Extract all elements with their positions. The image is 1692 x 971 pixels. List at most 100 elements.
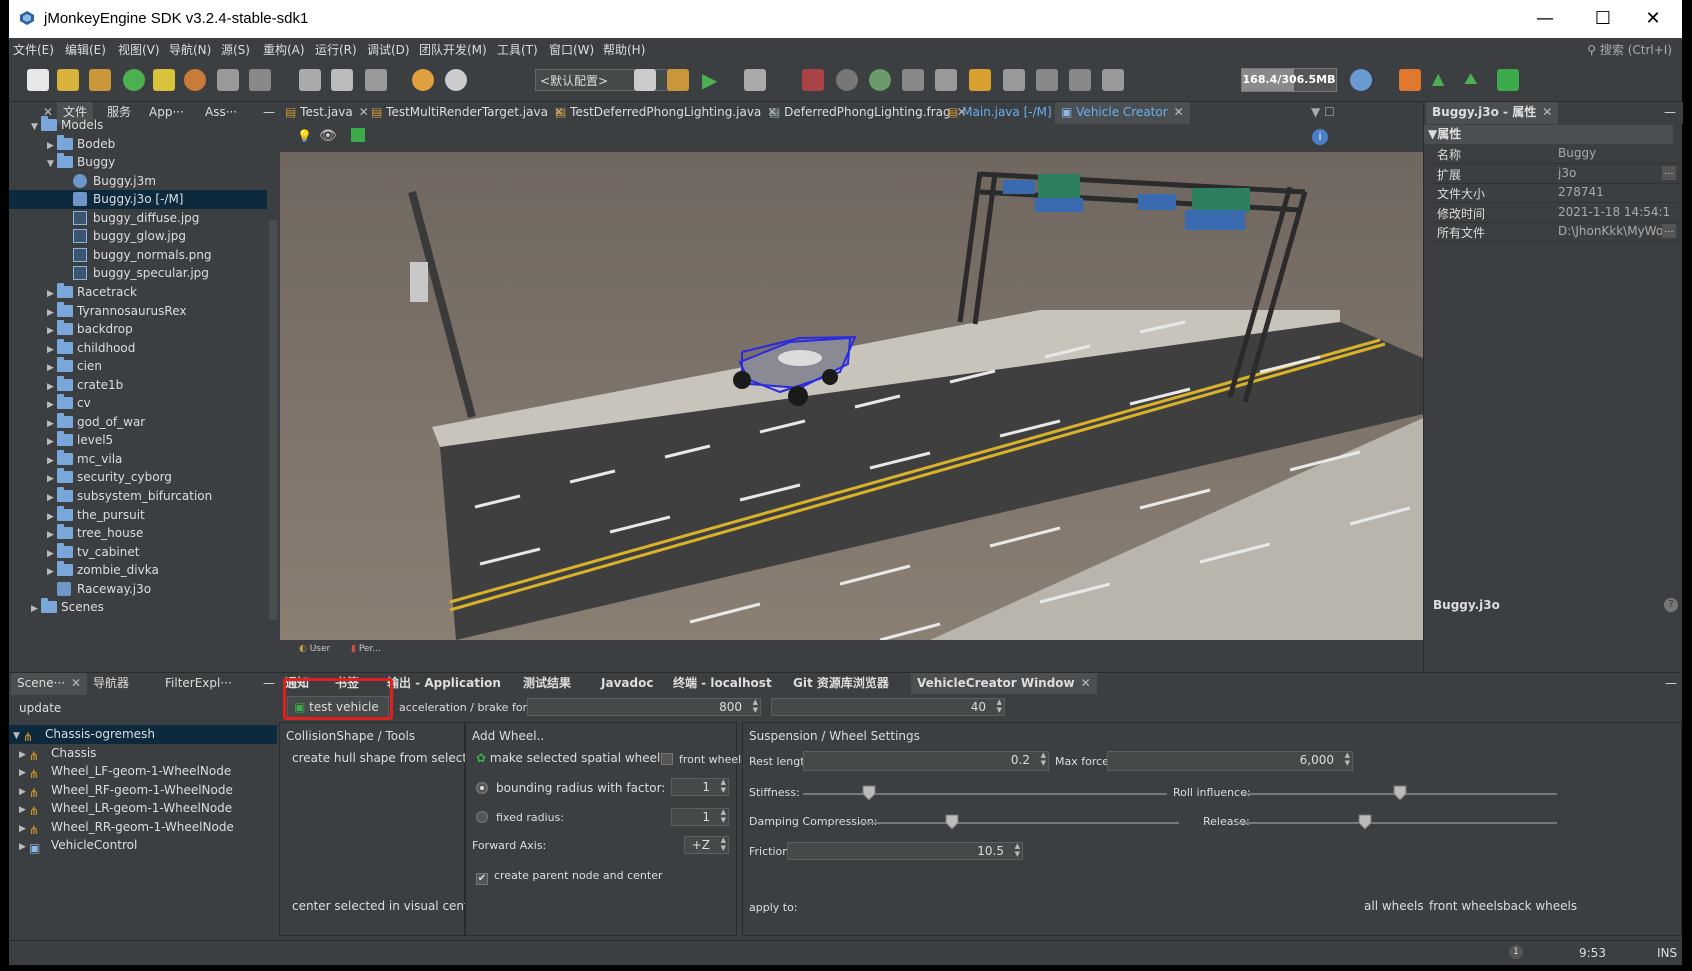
tree-item[interactable]: buggy_diffuse.jpg bbox=[9, 209, 267, 228]
tab-navigator[interactable]: 导航器 bbox=[87, 673, 135, 695]
minimize-panel-icon[interactable]: — bbox=[1658, 102, 1682, 124]
eye-icon[interactable]: 👁 bbox=[319, 128, 337, 144]
tab-test-results[interactable]: 测试结果 bbox=[517, 673, 577, 695]
tab-list-icon[interactable]: ▼ ☐ bbox=[1305, 102, 1341, 124]
scene-tree-item[interactable]: ▶ ⋔ Chassis bbox=[9, 744, 277, 763]
tab-terminal[interactable]: 终端 - localhost bbox=[667, 673, 778, 695]
tree-item[interactable]: buggy_specular.jpg bbox=[9, 264, 267, 283]
tree-item[interactable]: ▶ cien bbox=[9, 357, 267, 376]
menu-file[interactable]: 文件(E) bbox=[13, 41, 54, 58]
menu-refactor[interactable]: 重构(A) bbox=[263, 41, 305, 58]
image-icon[interactable] bbox=[1399, 69, 1421, 91]
minimize-panel-icon[interactable]: — bbox=[1659, 673, 1683, 695]
search-input[interactable]: ⚲ 搜索 (Ctrl+I) bbox=[1587, 41, 1672, 58]
take-snapshot-icon[interactable] bbox=[1069, 69, 1091, 91]
close-tab-icon[interactable]: ✕ bbox=[1081, 676, 1091, 690]
property-row[interactable]: 名称 Buggy bbox=[1433, 144, 1680, 164]
tree-item[interactable]: ▶ zombie_divka bbox=[9, 561, 267, 580]
tree-item[interactable]: Raceway.j3o bbox=[9, 580, 267, 599]
stiffness-slider[interactable] bbox=[803, 793, 1167, 795]
tree-item[interactable]: ▶ god_of_war bbox=[9, 412, 267, 432]
close-tab-icon[interactable]: ✕ bbox=[1542, 105, 1552, 119]
menu-navigate[interactable]: 导航(N) bbox=[169, 41, 211, 58]
tree-item[interactable]: ▶ mc_vila bbox=[9, 449, 267, 469]
front-wheel-checkbox[interactable]: front wheel bbox=[661, 753, 741, 766]
open-project-icon[interactable] bbox=[89, 69, 111, 91]
property-row[interactable]: 修改时间 2021-1-18 14:54:13 bbox=[1433, 203, 1680, 223]
scene-tree-item[interactable]: ▶ ⋔ Wheel_LR-geom-1-WheelNode bbox=[9, 799, 277, 818]
mountain-icon[interactable]: ⛰ bbox=[1464, 69, 1486, 91]
tree-item[interactable]: buggy_glow.jpg bbox=[9, 227, 267, 246]
info-icon[interactable]: i bbox=[1312, 129, 1328, 145]
tree-item[interactable]: ▶ tree_house bbox=[9, 524, 267, 543]
update-button[interactable]: update bbox=[19, 701, 61, 715]
tab-properties[interactable]: Buggy.j3o - 属性 ✕ bbox=[1426, 102, 1559, 124]
property-row[interactable]: 扩展 j3o… bbox=[1433, 164, 1680, 184]
tree-item[interactable]: ▶ Bodeb bbox=[9, 134, 267, 154]
undo-icon[interactable] bbox=[412, 69, 434, 91]
menu-view[interactable]: 视图(V) bbox=[118, 41, 160, 58]
build-hammer-icon[interactable] bbox=[634, 69, 656, 91]
center-selected-button[interactable]: center selected in visual center bbox=[292, 899, 481, 913]
make-wheel-button[interactable]: ✿ make selected spatial wheel.. bbox=[476, 751, 668, 765]
tree-item[interactable]: ▶ TyrannosaurusRex bbox=[9, 301, 267, 321]
damping-slider[interactable] bbox=[859, 822, 1179, 824]
roll-influence-slider-thumb[interactable] bbox=[1393, 785, 1407, 801]
create-hull-button[interactable]: create hull shape from selected bbox=[292, 751, 482, 765]
new-file-icon[interactable] bbox=[27, 69, 49, 91]
tree-item[interactable]: ▶ backdrop bbox=[9, 320, 267, 339]
rotate-icon[interactable] bbox=[184, 69, 206, 91]
tree-item[interactable]: ▶ childhood bbox=[9, 338, 267, 358]
bounding-factor-spinner[interactable]: 1 bbox=[671, 778, 729, 796]
new-project-icon[interactable] bbox=[57, 69, 79, 91]
save-all-icon[interactable] bbox=[249, 69, 271, 91]
apply-code-icon[interactable] bbox=[1036, 69, 1058, 91]
camera-icon[interactable] bbox=[1102, 69, 1124, 91]
menu-help[interactable]: 帮助(H) bbox=[603, 41, 645, 58]
stiffness-slider-thumb[interactable] bbox=[862, 785, 876, 801]
menu-debug[interactable]: 调试(D) bbox=[367, 41, 410, 58]
scene-tree-item[interactable]: ▶ ▣ VehicleControl bbox=[9, 836, 277, 855]
close-tab-icon[interactable]: ✕ bbox=[1174, 105, 1184, 119]
release-slider-thumb[interactable] bbox=[1358, 814, 1372, 830]
create-parent-checkbox[interactable]: ✔ create parent node and center bbox=[476, 869, 663, 885]
camera-mode-user[interactable]: ◐ User bbox=[299, 644, 330, 654]
memory-usage-bar[interactable]: 168.4/306.5MB bbox=[1241, 68, 1337, 92]
tree-item[interactable]: buggy_normals.png bbox=[9, 246, 267, 265]
tree-item[interactable]: ▶ security_cyborg bbox=[9, 468, 267, 487]
tab-filter-explorer[interactable]: FilterExpl··· bbox=[159, 673, 238, 695]
step-out-icon[interactable] bbox=[969, 69, 991, 91]
terrain-icon[interactable]: ▲ bbox=[1432, 69, 1454, 91]
menu-window[interactable]: 窗口(W) bbox=[549, 41, 594, 58]
tab-scene-explorer[interactable]: Scene··· ✕ bbox=[11, 673, 88, 695]
continue-icon[interactable] bbox=[869, 69, 891, 91]
cube-icon[interactable] bbox=[351, 128, 365, 142]
tab-testdeferredphonglighting[interactable]: ▤ TestDeferredPhongLighting.java ✕ bbox=[549, 102, 783, 124]
pause-icon[interactable] bbox=[836, 69, 858, 91]
menu-team[interactable]: 团队开发(M) bbox=[419, 41, 487, 58]
filter-icon[interactable] bbox=[153, 69, 175, 91]
tree-item[interactable]: ▶ the_pursuit bbox=[9, 505, 267, 525]
scene-tree-item[interactable]: ▶ ⋔ Wheel_LF-geom-1-WheelNode bbox=[9, 762, 277, 781]
tree-scrollbar[interactable] bbox=[269, 220, 277, 620]
tree-item[interactable]: ▶ cv bbox=[9, 394, 267, 413]
help-icon[interactable]: ? bbox=[1664, 598, 1678, 612]
menu-source[interactable]: 源(S) bbox=[221, 41, 250, 58]
garbage-collect-icon[interactable] bbox=[1350, 69, 1372, 91]
close-tab-icon[interactable]: ✕ bbox=[71, 676, 81, 690]
tab-output[interactable]: 输出 - Application bbox=[381, 673, 507, 695]
accel-spinner[interactable]: 800 bbox=[527, 698, 761, 716]
tree-item[interactable]: Buggy.j3m bbox=[9, 172, 267, 191]
redo-icon[interactable] bbox=[445, 69, 467, 91]
save-icon[interactable] bbox=[217, 69, 239, 91]
download-icon[interactable] bbox=[123, 69, 145, 91]
ellipsis-button[interactable]: … bbox=[1662, 224, 1676, 238]
chevron-right-icon[interactable]: ▶ bbox=[31, 600, 41, 619]
max-force-spinner[interactable]: 6,000 bbox=[1107, 751, 1353, 771]
debug-icon[interactable] bbox=[744, 69, 766, 91]
menu-run[interactable]: 运行(R) bbox=[315, 41, 357, 58]
minimize-button[interactable]: — bbox=[1516, 0, 1574, 38]
tab-vehicle-creator[interactable]: ▣ Vehicle Creator ✕ bbox=[1055, 102, 1190, 124]
tab-git-browser[interactable]: Git 资源库浏览器 bbox=[787, 673, 895, 695]
tab-testmultirendertarget[interactable]: ▤ TestMultiRenderTarget.java ✕ bbox=[365, 102, 570, 124]
